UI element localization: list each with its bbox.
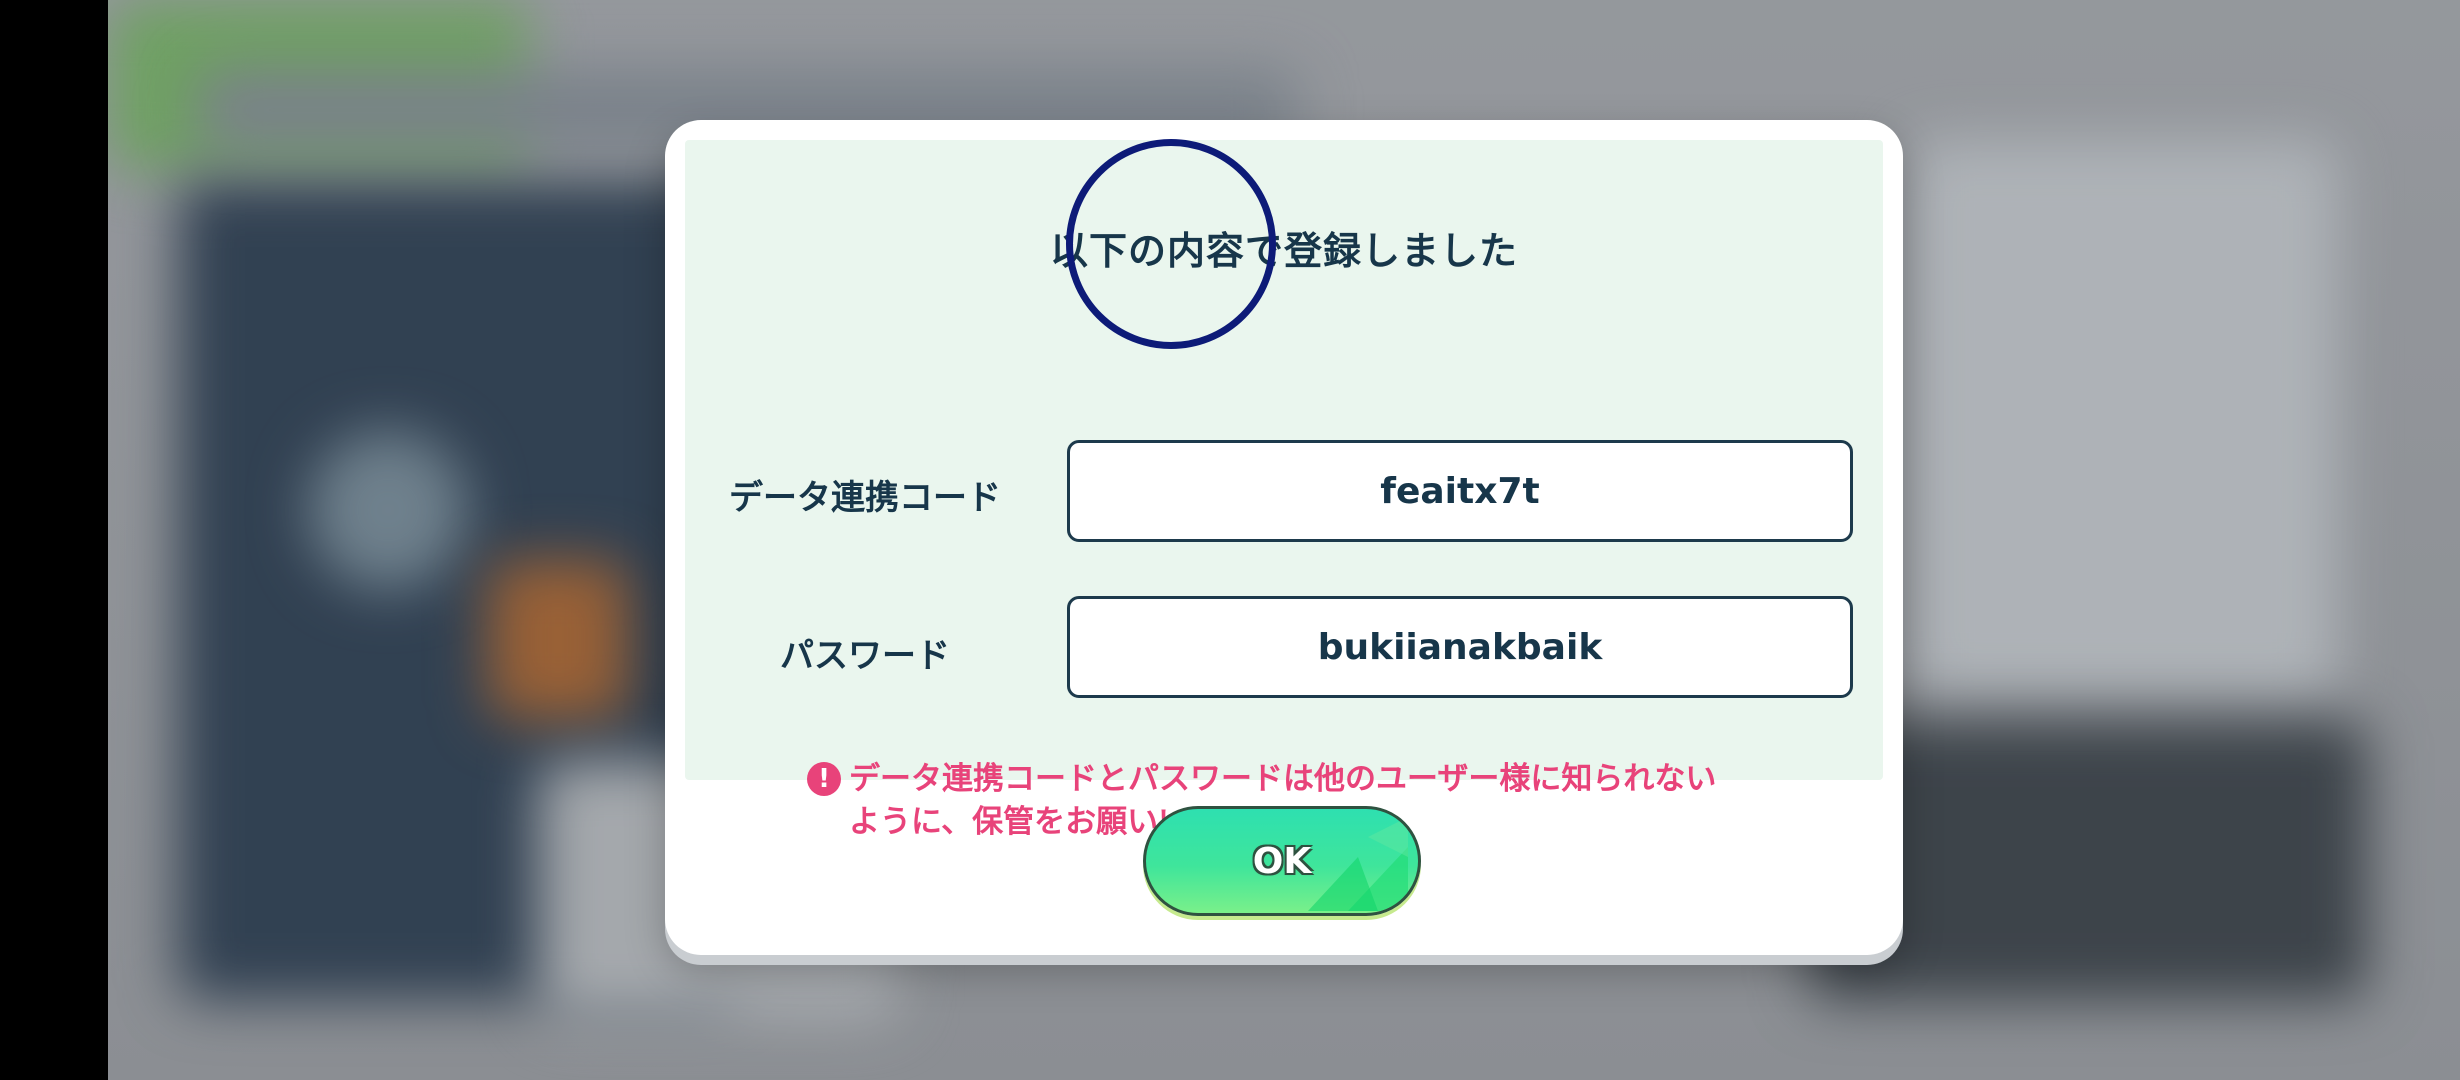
data-link-code-value: feaitx7t [1380, 470, 1540, 512]
password-label: パスワード [780, 636, 950, 676]
notice-line-1: データ連携コードとパスワードは他のユーザー様に知られない [849, 761, 1717, 797]
left-black-bar [0, 0, 108, 1080]
registration-complete-dialog: 以下の内容で登録しました データ連携コード feaitx7t パスワード buk… [665, 120, 1903, 955]
exclamation-icon: ! [807, 762, 841, 796]
password-field: bukiianakbaik [1067, 596, 1853, 698]
ok-button-label: OK [1252, 840, 1312, 882]
password-value: bukiianakbaik [1317, 626, 1603, 668]
dialog-title: 以下の内容で登録しました [1049, 229, 1518, 273]
dialog-content-panel: 以下の内容で登録しました データ連携コード feaitx7t パスワード buk… [685, 140, 1883, 840]
ok-button[interactable]: OK [1143, 806, 1421, 916]
data-link-code-label: データ連携コード [729, 478, 1001, 518]
data-link-code-field: feaitx7t [1067, 440, 1853, 542]
